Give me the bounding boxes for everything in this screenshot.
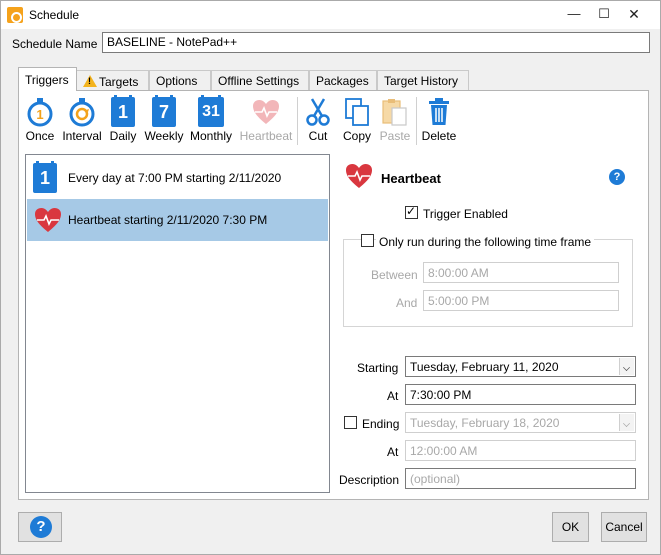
daily-label: Daily <box>109 129 137 143</box>
scissors-icon <box>303 97 333 127</box>
between-label: Between <box>371 268 418 282</box>
and-time-input[interactable]: 5:00:00 PM <box>423 290 619 311</box>
end-at-label: At <box>387 445 399 459</box>
help-button[interactable]: ? <box>18 512 62 542</box>
warning-icon <box>83 75 97 87</box>
calendar-daily-icon: 1 <box>111 95 135 127</box>
starting-date-picker[interactable]: Tuesday, February 11, 2020 <box>405 356 636 377</box>
toolbar-separator <box>416 97 417 145</box>
weekly-button[interactable]: 7 Weekly <box>143 95 185 147</box>
monthly-button[interactable]: 31 Monthly <box>187 95 235 147</box>
title-bar[interactable]: Schedule — ☐ ✕ <box>1 1 660 29</box>
heartbeat-button[interactable]: Heartbeat <box>238 97 294 147</box>
tab-target-history[interactable]: Target History <box>377 70 469 91</box>
time-frame-group <box>343 239 633 327</box>
list-item[interactable]: Heartbeat starting 2/11/2020 7:30 PM <box>27 199 328 241</box>
trigger-list[interactable]: 1 Every day at 7:00 PM starting 2/11/202… <box>25 154 330 493</box>
tab-options[interactable]: Options <box>149 70 211 91</box>
maximize-button[interactable]: ☐ <box>589 1 619 29</box>
tab-options-label: Options <box>156 74 198 88</box>
tab-packages[interactable]: Packages <box>309 70 377 91</box>
description-input[interactable]: (optional) <box>405 468 636 489</box>
help-icon[interactable]: ? <box>609 169 625 185</box>
copy-button[interactable]: Copy <box>340 97 374 147</box>
stopwatch-icon: 1 <box>25 97 55 127</box>
trigger-text: Every day at 7:00 PM starting 2/11/2020 <box>68 171 282 185</box>
heartbeat-icon <box>33 205 63 235</box>
calendar-daily-icon: 1 <box>33 161 57 193</box>
tab-packages-label: Packages <box>316 74 369 88</box>
triggers-panel: 1 Once Interval 1 Daily 7 Weekly 31 Mont… <box>18 90 649 500</box>
copy-label: Copy <box>342 129 371 143</box>
ok-button[interactable]: OK <box>552 512 589 542</box>
svg-text:1: 1 <box>36 107 43 122</box>
ending-checkbox[interactable] <box>344 416 357 429</box>
schedule-name-input[interactable]: BASELINE - NotePad++ <box>102 32 650 53</box>
weekly-number: 7 <box>158 102 169 122</box>
calendar-monthly-icon: 31 <box>198 95 224 127</box>
ending-label: Ending <box>362 417 400 431</box>
start-at-label: At <box>387 389 399 403</box>
tab-targets[interactable]: Targets <box>76 70 149 91</box>
heartbeat-icon <box>251 97 281 127</box>
cancel-button[interactable]: Cancel <box>601 512 647 542</box>
cut-label: Cut <box>308 129 328 143</box>
delete-button[interactable]: Delete <box>420 97 458 147</box>
trigger-enabled-label: Trigger Enabled <box>423 207 508 221</box>
calendar-weekly-icon: 7 <box>152 95 176 127</box>
tab-triggers[interactable]: Triggers <box>18 67 77 91</box>
once-button[interactable]: 1 Once <box>23 97 57 147</box>
starting-date-value: Tuesday, February 11, 2020 <box>410 360 559 374</box>
calendar-number: 1 <box>39 168 50 188</box>
copy-icon <box>342 97 372 127</box>
chevron-down-icon[interactable] <box>619 358 634 375</box>
heartbeat-icon <box>344 161 374 191</box>
trigger-text: Heartbeat starting 2/11/2020 7:30 PM <box>68 213 268 227</box>
monthly-number: 31 <box>202 103 220 120</box>
interval-stopwatch-icon <box>67 97 97 127</box>
weekly-label: Weekly <box>144 129 184 143</box>
delete-label: Delete <box>421 129 457 143</box>
cut-button[interactable]: Cut <box>303 97 333 147</box>
between-time-input[interactable]: 8:00:00 AM <box>423 262 619 283</box>
detail-title: Heartbeat <box>381 171 441 186</box>
paste-icon <box>380 97 410 127</box>
description-label: Description <box>339 473 400 487</box>
app-logo-icon <box>7 7 23 23</box>
ending-date-picker[interactable]: Tuesday, February 18, 2020 <box>405 412 636 433</box>
daily-number: 1 <box>117 102 128 122</box>
minimize-button[interactable]: — <box>559 1 589 29</box>
paste-label: Paste <box>379 129 411 143</box>
daily-button[interactable]: 1 Daily <box>107 95 139 147</box>
window-title: Schedule <box>29 8 80 22</box>
and-label: And <box>396 296 418 310</box>
tab-target-history-label: Target History <box>384 74 459 88</box>
interval-label: Interval <box>62 129 102 143</box>
paste-button[interactable]: Paste <box>378 97 412 147</box>
starting-label: Starting <box>357 361 399 375</box>
once-label: Once <box>25 129 55 143</box>
tab-offline-settings[interactable]: Offline Settings <box>211 70 309 91</box>
toolbar-separator <box>297 97 298 145</box>
heartbeat-label: Heartbeat <box>239 129 293 143</box>
time-frame-checkbox[interactable] <box>361 234 374 247</box>
tab-targets-label: Targets <box>99 75 139 89</box>
ending-date-value: Tuesday, February 18, 2020 <box>410 416 560 430</box>
trigger-enabled-checkbox[interactable] <box>405 204 418 219</box>
time-frame-label: Only run during the following time frame <box>376 235 595 249</box>
tab-offline-settings-label: Offline Settings <box>218 74 300 88</box>
schedule-window: Schedule — ☐ ✕ Schedule Name BASELINE - … <box>0 0 661 555</box>
tab-triggers-label: Triggers <box>25 73 69 87</box>
list-item[interactable]: 1 Every day at 7:00 PM starting 2/11/202… <box>27 157 328 199</box>
interval-button[interactable]: Interval <box>60 97 104 147</box>
schedule-name-label: Schedule Name <box>12 37 98 51</box>
monthly-label: Monthly <box>189 129 233 143</box>
trash-icon <box>424 97 454 127</box>
end-time-input[interactable]: 12:00:00 AM <box>405 440 636 461</box>
trigger-toolbar: 1 Once Interval 1 Daily 7 Weekly 31 Mont… <box>19 91 648 149</box>
start-time-input[interactable]: 7:30:00 PM <box>405 384 636 405</box>
close-button[interactable]: ✕ <box>619 1 649 29</box>
chevron-down-icon[interactable] <box>619 414 634 431</box>
help-icon: ? <box>30 516 52 538</box>
